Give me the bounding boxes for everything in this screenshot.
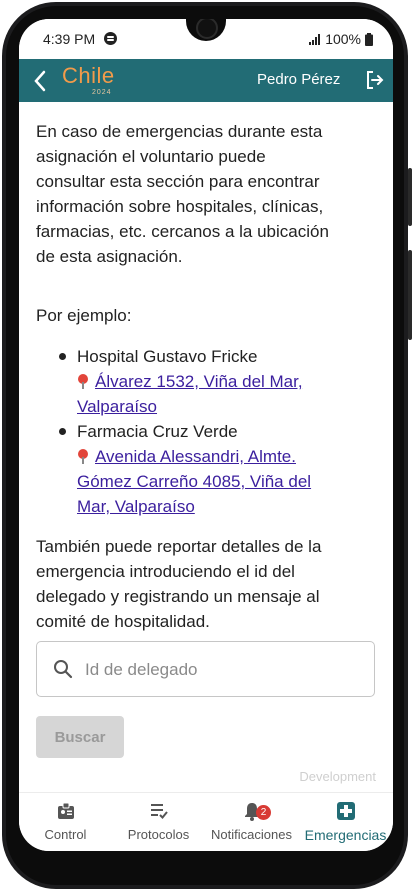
address-line: Avenida Alessandri, Almte. bbox=[95, 447, 296, 466]
place-address-link[interactable]: Avenida Alessandri, Almte. Gómez Carreño… bbox=[77, 447, 311, 516]
place-item: Hospital Gustavo Fricke Álvarez 1532, Vi… bbox=[77, 344, 367, 419]
intro-line: de esta asignación. bbox=[36, 247, 183, 266]
nav-protocolos[interactable]: Protocolos bbox=[112, 793, 205, 851]
nav-label: Protocolos bbox=[127, 827, 190, 842]
address-line: Mar, Valparaíso bbox=[77, 497, 195, 516]
report-line: delegado y registrando un mensaje al bbox=[36, 587, 320, 606]
search-button[interactable]: Buscar bbox=[36, 716, 124, 758]
medical-cross-icon bbox=[336, 802, 355, 820]
address-line: Álvarez 1532, Viña del Mar, bbox=[95, 372, 303, 391]
user-name: Pedro Pérez bbox=[257, 71, 341, 88]
nav-label: Emergencias bbox=[304, 827, 387, 843]
intro-line: información sobre hospitales, clínicas, bbox=[36, 197, 324, 216]
place-address-link[interactable]: Álvarez 1532, Viña del Mar, Valparaíso bbox=[77, 372, 303, 416]
place-item: Farmacia Cruz Verde Avenida Alessandri, … bbox=[77, 419, 367, 519]
report-line: emergencia introduciendo el id del bbox=[36, 562, 295, 581]
phone-screen: 4:39 PM 100% Chile 2024 Pedro Pérez En c… bbox=[19, 19, 393, 851]
chile-2024-logo: Chile 2024 bbox=[62, 63, 115, 96]
report-line: También puede reportar detalles de la bbox=[36, 537, 322, 556]
intro-line: consultar esta sección para encontrar bbox=[36, 172, 320, 191]
battery-icon bbox=[365, 32, 373, 46]
notification-count-badge: 2 bbox=[256, 805, 271, 820]
nav-control[interactable]: Control bbox=[19, 793, 112, 851]
delegate-id-input[interactable] bbox=[83, 654, 367, 686]
status-time: 4:39 PM bbox=[43, 31, 96, 47]
example-label: Por ejemplo: bbox=[36, 306, 132, 325]
checklist-icon bbox=[150, 804, 168, 819]
pin-icon bbox=[77, 374, 89, 389]
battery-percent: 100% bbox=[325, 31, 361, 47]
intro-line: En caso de emergencias durante esta bbox=[36, 122, 323, 141]
signal-icon bbox=[309, 33, 321, 45]
list-bullet bbox=[59, 353, 66, 360]
logout-icon[interactable] bbox=[365, 70, 385, 90]
intro-line: asignación el voluntario puede bbox=[36, 147, 266, 166]
intro-line: farmacias, etc. cercanos a la ubicación bbox=[36, 222, 329, 241]
nav-label: Notificaciones bbox=[211, 827, 292, 842]
bottom-navigation: Control Protocolos 2 Notificaciones Emer… bbox=[19, 792, 393, 851]
intro-text: En caso de emergencias durante esta asig… bbox=[36, 119, 372, 269]
nav-emergencias[interactable]: Emergencias bbox=[298, 793, 393, 851]
search-icon bbox=[54, 660, 73, 679]
logo-year: 2024 bbox=[92, 89, 112, 96]
badge-icon bbox=[57, 802, 74, 819]
address-line: Gómez Carreño 4085, Viña del bbox=[77, 472, 312, 491]
environment-label: Development bbox=[299, 769, 376, 784]
report-line: comité de hospitalidad. bbox=[36, 612, 210, 631]
delegate-search-field[interactable] bbox=[36, 641, 375, 697]
app-bar: Chile 2024 Pedro Pérez bbox=[19, 59, 393, 102]
address-line: Valparaíso bbox=[77, 397, 158, 416]
logo-text: Chile bbox=[62, 63, 115, 88]
nav-label: Control bbox=[44, 827, 87, 842]
report-text: También puede reportar detalles de la em… bbox=[36, 534, 372, 634]
pin-icon bbox=[77, 449, 89, 464]
nav-notificaciones[interactable]: 2 Notificaciones bbox=[205, 793, 298, 851]
place-name: Hospital Gustavo Fricke bbox=[77, 347, 258, 366]
spotify-icon bbox=[104, 32, 117, 45]
place-name: Farmacia Cruz Verde bbox=[77, 422, 238, 441]
list-bullet bbox=[59, 428, 66, 435]
back-arrow-icon[interactable] bbox=[33, 70, 47, 92]
emergency-content: En caso de emergencias durante esta asig… bbox=[19, 102, 393, 792]
